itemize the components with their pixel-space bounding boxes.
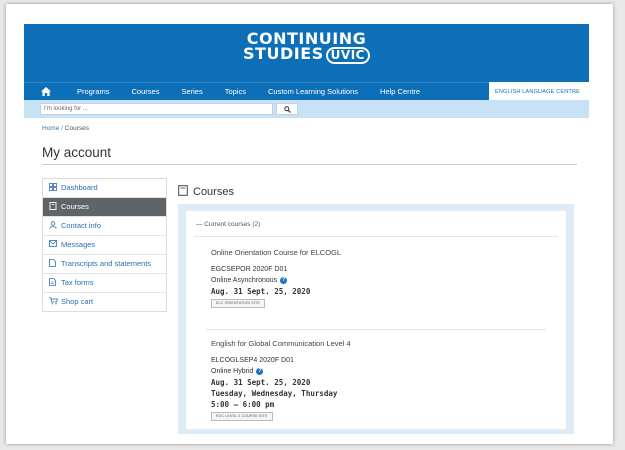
courses-title: Courses [193, 186, 234, 198]
sidebar-item-messages[interactable]: Messages [43, 236, 166, 255]
title-divider [42, 164, 577, 165]
breadcrumb-current: Courses [64, 125, 89, 132]
divider [194, 236, 558, 237]
course-site-button[interactable]: ELC ORIENTATION SITE [211, 299, 265, 308]
course-name[interactable]: English for Global Communication Level 4 [211, 338, 351, 349]
sidebar-item-contact-info[interactable]: Contact info [43, 217, 166, 236]
cart-icon [49, 297, 61, 305]
course-site-button[interactable]: EGC LEVEL 4 COURSE SITE [211, 412, 273, 421]
course-format-row: Online Asynchronous ? [211, 275, 341, 286]
nav-item-topics[interactable]: Topics [214, 87, 257, 96]
nav-item-courses[interactable]: Courses [121, 87, 171, 96]
sidebar-item-label: Courses [61, 202, 89, 211]
breadcrumb: Home / Courses [42, 125, 89, 132]
search-button[interactable] [276, 103, 298, 115]
search-bar: I'm looking for ... [24, 100, 589, 118]
nav-item-programs[interactable]: Programs [66, 87, 121, 96]
person-icon [49, 221, 61, 229]
course-format: Online Hybrid [211, 368, 254, 375]
course-time: 5:00 – 6:00 pm [211, 400, 275, 409]
elc-link[interactable]: ENGLISH LANGUAGE CENTRE [489, 82, 596, 101]
course-format-row: Online Hybrid ? [211, 366, 351, 377]
account-sidebar: Dashboard Courses Contact info Messages … [42, 178, 167, 312]
sidebar-item-dashboard[interactable]: Dashboard [43, 179, 166, 198]
home-icon[interactable] [32, 83, 60, 101]
nav-item-help-centre[interactable]: Help Centre [369, 87, 431, 96]
sidebar-item-courses[interactable]: Courses [43, 198, 166, 217]
info-icon[interactable]: ? [256, 368, 264, 375]
course-dates: Aug. 31 Sept. 25, 2020 [211, 287, 311, 296]
logo-badge: UVIC [325, 47, 370, 64]
sidebar-item-label: Tax forms [61, 278, 94, 287]
sidebar-item-label: Contact info [61, 221, 102, 230]
main-nav: Programs Courses Series Topics Custom Le… [24, 82, 596, 101]
breadcrumb-separator: / [61, 125, 63, 132]
book-icon [49, 202, 61, 210]
course-code: ELCOGLSEP4 2020F D01 [211, 357, 294, 364]
site-logo[interactable]: CONTINUING STUDIES UVIC [24, 31, 589, 64]
courses-panel: — Current courses (2) Online Orientation… [178, 204, 574, 434]
sidebar-item-label: Shop cart [61, 297, 94, 306]
logo-line2: STUDIES [243, 44, 324, 63]
divider [206, 329, 546, 330]
document-icon [49, 278, 61, 286]
course-code: EGCSEPOR 2020F D01 [211, 266, 288, 273]
page-title: My account [42, 145, 112, 160]
sidebar-item-shop-cart[interactable]: Shop cart [43, 293, 166, 311]
courses-heading: Courses [178, 183, 234, 201]
nav-item-custom-learning[interactable]: Custom Learning Solutions [257, 87, 369, 96]
sidebar-item-tax-forms[interactable]: Tax forms [43, 274, 166, 293]
course-format: Online Asynchronous [211, 277, 278, 284]
courses-panel-inner: — Current courses (2) Online Orientation… [186, 211, 566, 429]
dashboard-icon [49, 183, 61, 191]
course-card: Online Orientation Course for ELCOGL EGC… [211, 247, 341, 308]
course-name[interactable]: Online Orientation Course for ELCOGL [211, 247, 341, 258]
header-banner: CONTINUING STUDIES UVIC [24, 24, 589, 82]
course-dates: Aug. 31 Sept. 25, 2020 [211, 378, 311, 387]
breadcrumb-home[interactable]: Home [42, 125, 59, 132]
current-courses-toggle[interactable]: — Current courses (2) [196, 221, 260, 228]
course-days: Tuesday, Wednesday, Thursday [211, 389, 338, 398]
page: CONTINUING STUDIES UVIC Programs Courses … [6, 4, 613, 444]
nav-item-series[interactable]: Series [170, 87, 213, 96]
sidebar-item-label: Dashboard [61, 183, 98, 192]
envelope-icon [49, 240, 61, 247]
sidebar-item-label: Transcripts and statements [61, 259, 152, 268]
document-icon [49, 259, 61, 267]
sidebar-item-label: Messages [61, 240, 96, 249]
search-input[interactable]: I'm looking for ... [40, 103, 273, 115]
search-icon [283, 105, 291, 113]
course-card: English for Global Communication Level 4… [211, 338, 351, 421]
book-icon [178, 183, 188, 201]
info-icon[interactable]: ? [280, 277, 288, 284]
sidebar-item-transcripts[interactable]: Transcripts and statements [43, 255, 166, 274]
